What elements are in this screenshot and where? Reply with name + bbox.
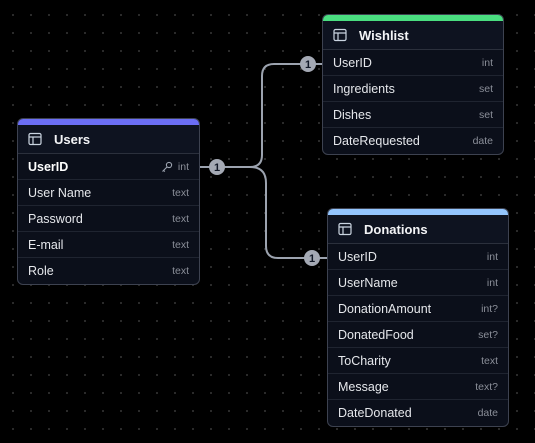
table-icon: [28, 132, 42, 146]
field-type-group: text?: [475, 381, 498, 393]
relation-line-users-donations: [249, 166, 327, 259]
field-type: int: [486, 276, 498, 289]
field-row[interactable]: Dishes set: [323, 102, 503, 128]
table-header[interactable]: Donations: [328, 215, 508, 244]
field-type: int: [486, 250, 498, 263]
field-type: text: [481, 354, 498, 367]
field-type: date: [472, 135, 493, 147]
field-type-group: set: [479, 109, 493, 121]
field-name: DateDonated: [338, 406, 412, 420]
field-type: int?: [481, 302, 498, 315]
field-type: text: [172, 238, 189, 251]
field-name: UserID: [28, 159, 69, 174]
field-type: set: [478, 82, 493, 95]
field-name: UserID: [333, 55, 372, 70]
field-type: date: [477, 407, 498, 419]
key-icon: [161, 161, 173, 173]
field-row[interactable]: DateRequested date: [323, 128, 503, 154]
field-list: UserID int Ingredients set Dishes set DateRequ…: [323, 50, 503, 154]
field-type-group: date: [478, 407, 498, 419]
relation-line-users-wishlist: [201, 63, 322, 168]
field-row[interactable]: DateDonated date: [328, 400, 508, 426]
field-name: E-mail: [28, 237, 64, 252]
wishlist-table[interactable]: Wishlist UserID int Ingredients set Dishes se…: [322, 14, 504, 155]
field-name: Ingredients: [333, 81, 395, 96]
table-title: Wishlist: [359, 27, 409, 43]
field-row[interactable]: UserID int: [323, 50, 503, 76]
table-title: Donations: [364, 221, 428, 237]
cardinality-label-donations: 1: [309, 253, 315, 265]
field-type-group: int: [487, 277, 498, 289]
field-type-group: int: [482, 57, 493, 69]
field-type-group: set?: [478, 329, 498, 341]
field-type: text: [172, 212, 189, 225]
users-table[interactable]: Users UserID int User Name text Password text…: [17, 118, 200, 285]
field-row[interactable]: Role text: [18, 258, 199, 284]
field-type: set: [478, 108, 493, 121]
table-header[interactable]: Wishlist: [323, 21, 503, 50]
field-type-group: set: [479, 83, 493, 95]
field-row[interactable]: DonationAmount int?: [328, 296, 508, 322]
field-name: UserName: [338, 275, 398, 290]
field-name: UserID: [338, 249, 377, 264]
field-type: text?: [475, 380, 498, 393]
donations-table[interactable]: Donations UserID int UserName int DonationAm…: [327, 208, 509, 427]
field-name: Message: [338, 379, 389, 394]
field-row[interactable]: DonatedFood set?: [328, 322, 508, 348]
cardinality-label-wishlist: 1: [305, 59, 311, 71]
field-name: Password: [28, 211, 83, 226]
field-type: text: [172, 186, 189, 199]
field-type-group: date: [473, 135, 493, 147]
field-type: set?: [478, 328, 498, 341]
field-row[interactable]: User Name text: [18, 180, 199, 206]
field-type: text: [172, 265, 189, 277]
table-icon: [333, 28, 347, 42]
field-list: UserID int User Name text Password text E-mail…: [18, 154, 199, 284]
field-type-group: text: [172, 213, 189, 225]
field-row[interactable]: UserID int: [328, 244, 508, 270]
field-row[interactable]: UserID int: [18, 154, 199, 180]
table-icon: [338, 222, 352, 236]
field-row[interactable]: Password text: [18, 206, 199, 232]
table-header[interactable]: Users: [18, 125, 199, 154]
field-type-group: int: [487, 251, 498, 263]
cardinality-badge-donations: 1: [304, 250, 320, 266]
field-type-group: text: [172, 265, 189, 277]
field-name: DateRequested: [333, 134, 420, 148]
cardinality-badge-wishlist: 1: [300, 56, 316, 72]
field-list: UserID int UserName int DonationAmount int? Do…: [328, 244, 508, 426]
field-name: ToCharity: [338, 353, 391, 368]
cardinality-badge-users: 1: [209, 159, 225, 175]
field-type-group: text: [172, 239, 189, 251]
field-type-group: int: [161, 161, 189, 173]
field-name: User Name: [28, 185, 92, 200]
field-type: int: [481, 56, 493, 69]
field-row[interactable]: ToCharity text: [328, 348, 508, 374]
field-row[interactable]: Ingredients set: [323, 76, 503, 102]
field-row[interactable]: Message text?: [328, 374, 508, 400]
field-name: Role: [28, 264, 54, 278]
field-row[interactable]: UserName int: [328, 270, 508, 296]
field-name: DonatedFood: [338, 327, 414, 342]
cardinality-label-users-wishlist: 1: [214, 162, 220, 174]
table-title: Users: [54, 131, 91, 147]
field-type: int: [177, 160, 189, 173]
field-type-group: text: [481, 355, 498, 367]
field-row[interactable]: E-mail text: [18, 232, 199, 258]
field-name: Dishes: [333, 107, 372, 122]
field-type-group: int?: [481, 303, 498, 315]
field-name: DonationAmount: [338, 301, 432, 316]
field-type-group: text: [172, 187, 189, 199]
